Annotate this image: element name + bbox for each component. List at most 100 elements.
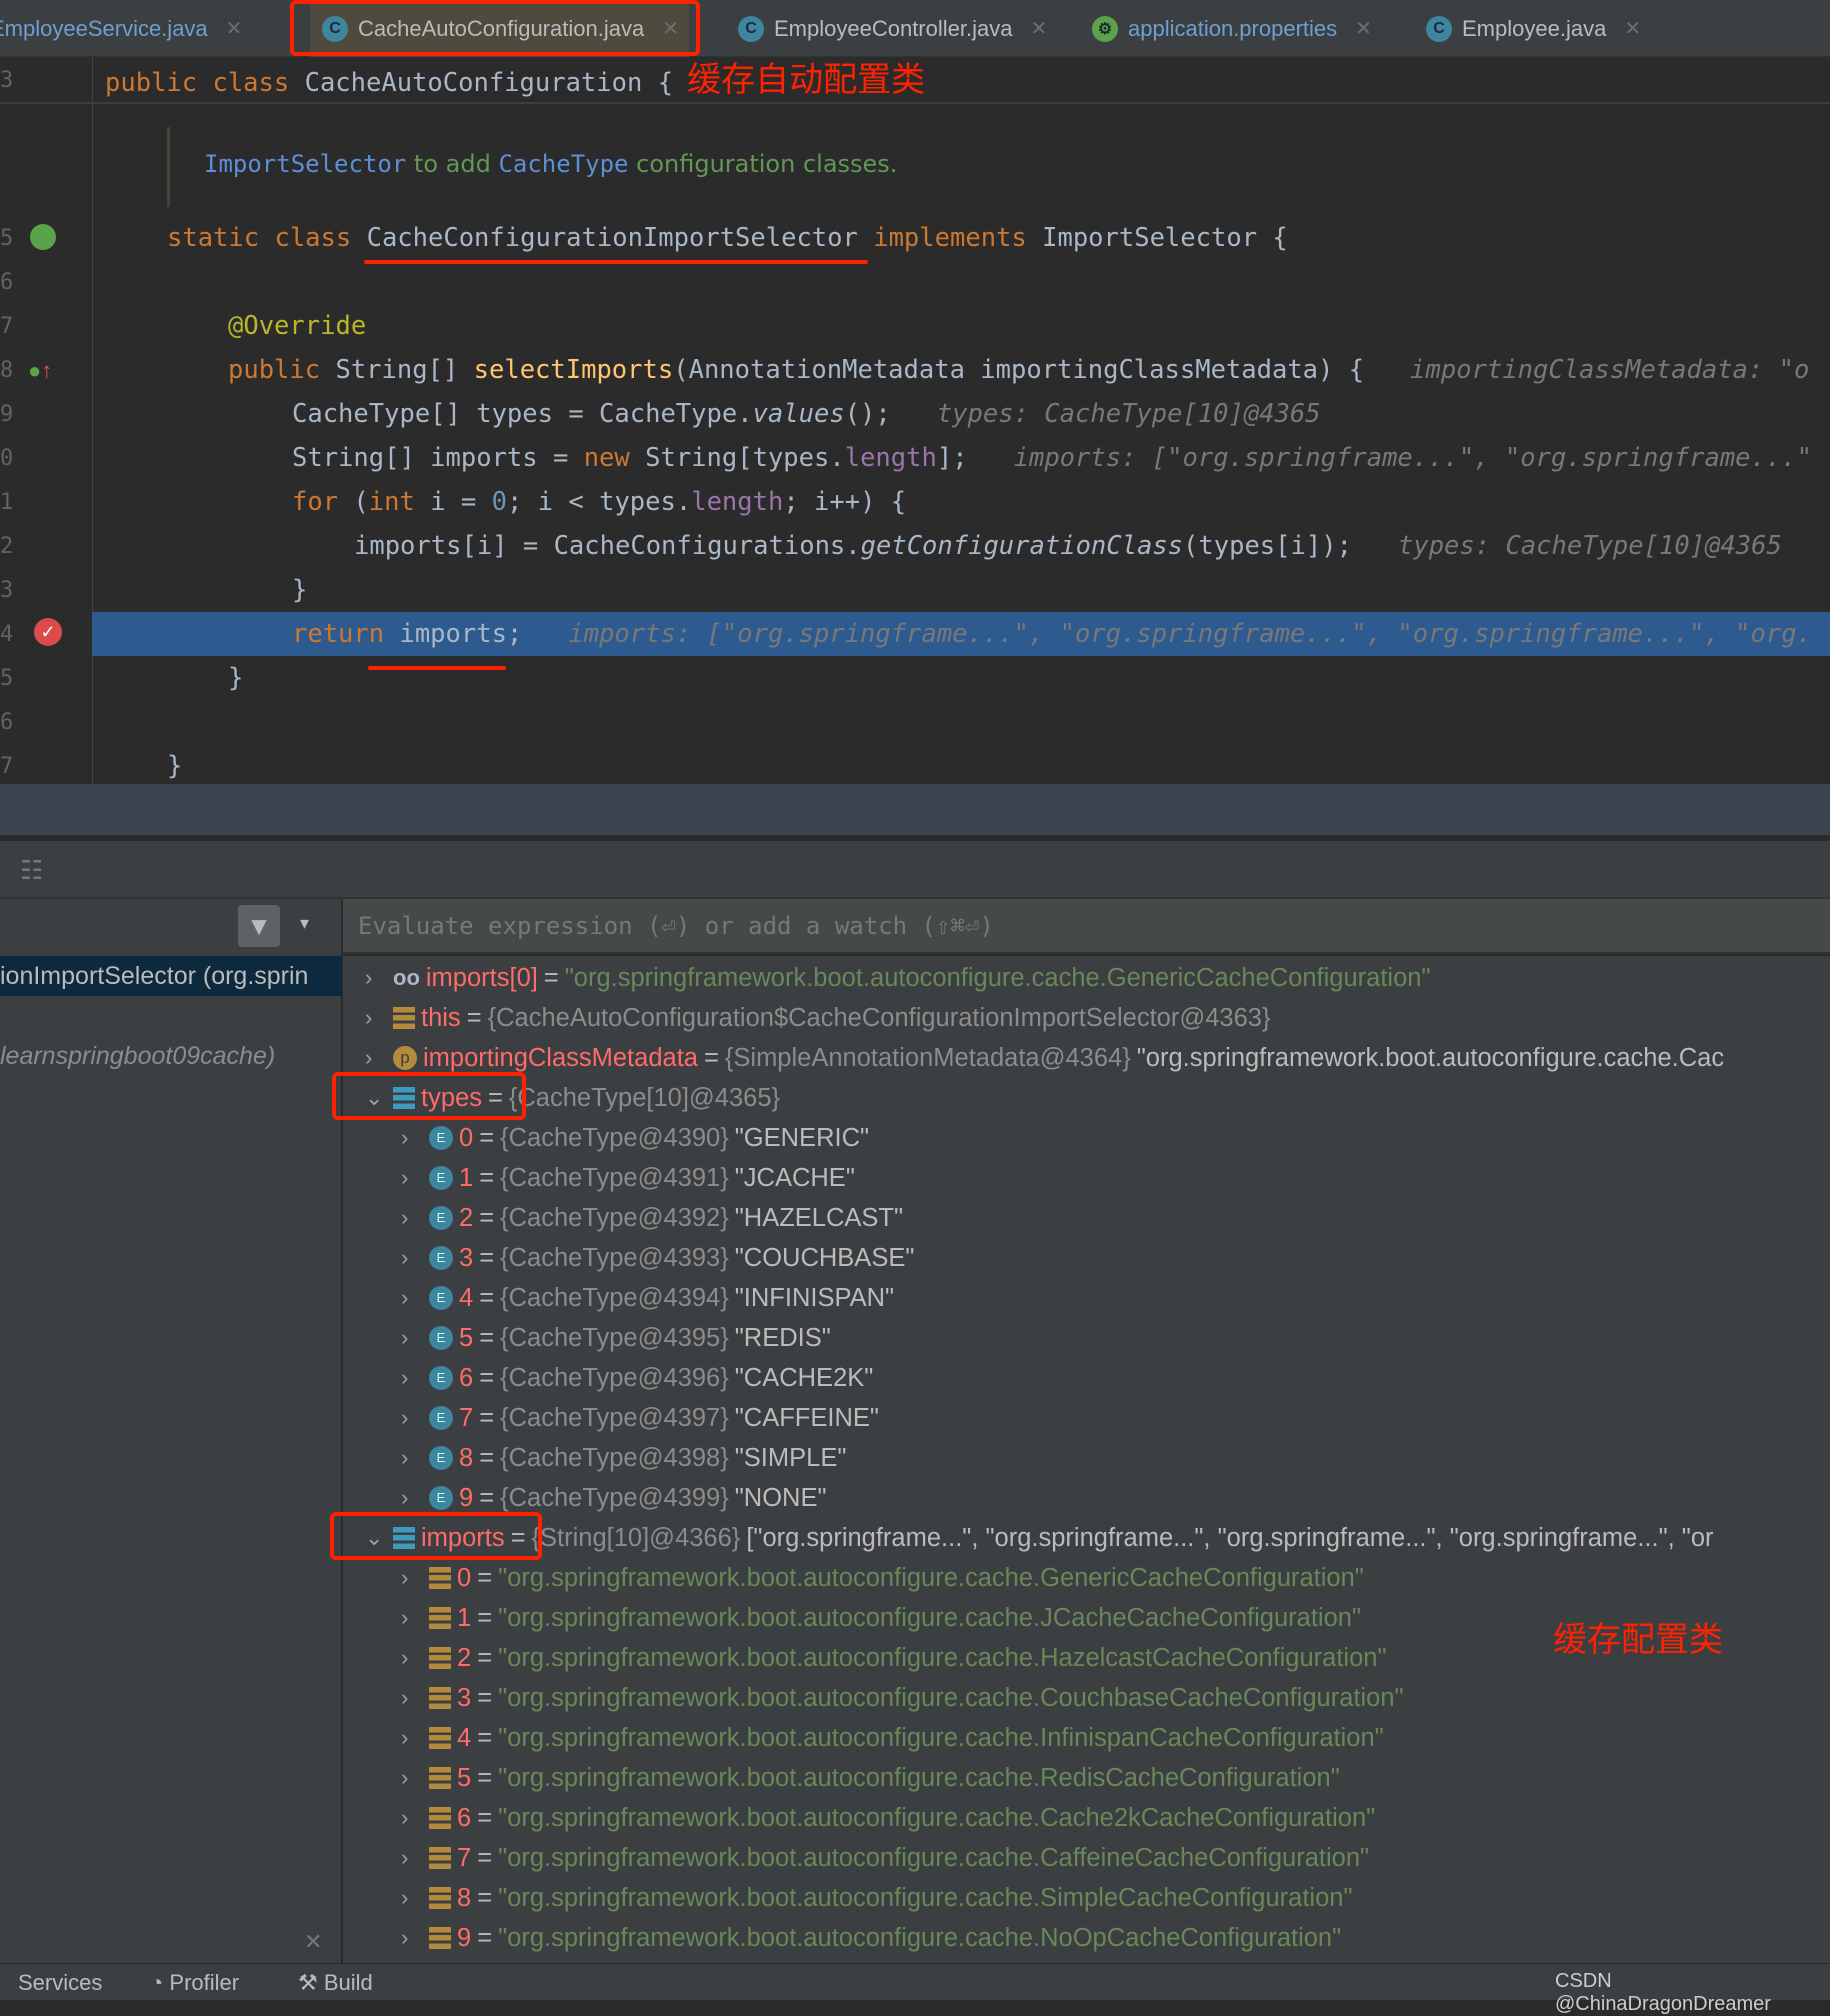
chevron-right-icon[interactable]: ›: [401, 1278, 423, 1318]
variable-row[interactable]: › E 2 = {CacheType@4392} "HAZELCAST": [401, 1198, 903, 1238]
close-tab-icon[interactable]: ✕: [226, 16, 243, 41]
variable-name: 6: [459, 1364, 474, 1392]
variable-row[interactable]: › this = {CacheAutoConfiguration$CacheConfi…: [365, 998, 1270, 1038]
editor-tab-bar: EmployeeService.java ✕ C CacheAutoConfigura…: [0, 0, 1830, 57]
tab-employeecontroller-java[interactable]: C EmployeeController.java ✕: [726, 0, 1057, 57]
chevron-right-icon[interactable]: ›: [365, 958, 387, 998]
chevron-right-icon[interactable]: ›: [365, 998, 387, 1038]
chevron-right-icon[interactable]: ›: [401, 1798, 423, 1838]
frame-item[interactable]: ionImportSelector (org.sprin: [0, 956, 342, 996]
equals: =: [477, 1764, 493, 1792]
line-number: 8: [0, 358, 14, 383]
chevron-right-icon[interactable]: ›: [401, 1238, 423, 1278]
chevron-right-icon[interactable]: ›: [401, 1318, 423, 1358]
doc-comment: ImportSelector to add CacheType configur…: [204, 150, 898, 178]
variable-row[interactable]: › p importingClassMetadata = {SimpleAnnotati…: [365, 1038, 1724, 1078]
variable-row[interactable]: › 9 = "org.springframework.boot.autoconfigu…: [401, 1918, 1341, 1958]
variable-name: 0: [459, 1124, 474, 1152]
equals: =: [477, 1844, 493, 1872]
line-number: 1: [0, 490, 14, 515]
enum-icon: E: [429, 1286, 453, 1310]
variable-row[interactable]: ⌄ imports = {String[10]@4366} ["org.springfr…: [365, 1518, 1714, 1558]
field-icon: [393, 1007, 415, 1029]
close-tab-icon[interactable]: ✕: [1030, 16, 1047, 41]
spring-config-icon: ⚙: [1092, 15, 1118, 42]
variable-row[interactable]: › 5 = "org.springframework.boot.autoconfigu…: [401, 1758, 1340, 1798]
variable-row[interactable]: › 2 = "org.springframework.boot.autoconfigu…: [401, 1638, 1387, 1678]
highlight-box: [330, 1512, 542, 1560]
filter-icon[interactable]: ▼: [238, 905, 280, 947]
tab-application-properties[interactable]: ⚙ application.properties ✕: [1080, 0, 1382, 57]
variable-row[interactable]: › 1 = "org.springframework.boot.autoconfigu…: [401, 1598, 1361, 1638]
chevron-right-icon[interactable]: ›: [401, 1878, 423, 1918]
equals: =: [477, 1644, 493, 1672]
variable-value: "REDIS": [734, 1324, 831, 1352]
variable-value: "org.springframework.boot.autoconfigure.…: [498, 1924, 1342, 1952]
chevron-right-icon[interactable]: ›: [401, 1838, 423, 1878]
chevron-right-icon[interactable]: ›: [401, 1678, 423, 1718]
editor-footer: [0, 784, 1830, 838]
variable-row[interactable]: › E 8 = {CacheType@4398} "SIMPLE": [401, 1438, 846, 1478]
chevron-right-icon[interactable]: ›: [401, 1758, 423, 1798]
tab-employeeservice-java[interactable]: EmployeeService.java ✕: [0, 0, 252, 57]
variable-row[interactable]: › 8 = "org.springframework.boot.autoconfigu…: [401, 1878, 1353, 1918]
variable-name: 5: [457, 1764, 472, 1792]
chevron-right-icon[interactable]: ›: [401, 1598, 423, 1638]
evaluate-expression-input[interactable]: Evaluate expression (⏎) or add a watch (…: [343, 899, 1830, 954]
code-token: values: [752, 399, 845, 429]
variable-row[interactable]: › E 7 = {CacheType@4397} "CAFFEINE": [401, 1398, 879, 1438]
line-number: 7: [0, 314, 14, 339]
field-icon: [429, 1887, 451, 1909]
frame-item[interactable]: learnspringboot09cache): [0, 1036, 342, 1076]
chevron-right-icon[interactable]: ›: [401, 1638, 423, 1678]
variable-name: 0: [457, 1564, 472, 1592]
layout-icon[interactable]: ☷: [20, 855, 43, 886]
variable-row[interactable]: › E 0 = {CacheType@4390} "GENERIC": [401, 1118, 869, 1158]
variable-value: "HAZELCAST": [734, 1204, 904, 1232]
variable-row[interactable]: › E 6 = {CacheType@4396} "CACHE2K": [401, 1358, 873, 1398]
variable-row[interactable]: › E 4 = {CacheType@4394} "INFINISPAN": [401, 1278, 894, 1318]
variable-row[interactable]: › E 3 = {CacheType@4393} "COUCHBASE": [401, 1238, 914, 1278]
override-method-icon[interactable]: ●↑: [28, 358, 52, 384]
variable-row[interactable]: › 0 = "org.springframework.boot.autoconfigu…: [401, 1558, 1364, 1598]
chevron-right-icon[interactable]: ›: [401, 1398, 423, 1438]
variable-name: 2: [457, 1644, 472, 1672]
dropdown-arrow-icon[interactable]: ▾: [300, 913, 309, 934]
chevron-right-icon[interactable]: ›: [401, 1198, 423, 1238]
close-tab-icon[interactable]: ✕: [1624, 16, 1641, 41]
variable-row[interactable]: › 4 = "org.springframework.boot.autoconfigu…: [401, 1718, 1384, 1758]
spring-bean-icon[interactable]: [30, 224, 56, 250]
variable-value: "org.springframework.boot.autoconfigure.…: [498, 1684, 1404, 1712]
chevron-right-icon[interactable]: ›: [401, 1358, 423, 1398]
variable-row[interactable]: › 7 = "org.springframework.boot.autoconfigu…: [401, 1838, 1369, 1878]
chevron-right-icon[interactable]: ›: [401, 1158, 423, 1198]
chevron-right-icon[interactable]: ›: [401, 1918, 423, 1958]
chevron-right-icon[interactable]: ›: [401, 1118, 423, 1158]
code-line: @Override: [228, 304, 366, 348]
profiler-tab[interactable]: ◔ Profiler: [150, 1970, 239, 1996]
variable-row[interactable]: › E 1 = {CacheType@4391} "JCACHE": [401, 1158, 855, 1198]
code-token: types: CacheType[10]@4365: [1397, 531, 1782, 561]
annotation-config-classes: 缓存配置类: [1553, 1620, 1723, 1660]
variable-name: imports[0]: [425, 964, 538, 992]
chevron-right-icon[interactable]: ›: [401, 1718, 423, 1758]
close-icon[interactable]: ✕: [304, 1929, 322, 1955]
variable-row[interactable]: › 6 = "org.springframework.boot.autoconfigu…: [401, 1798, 1375, 1838]
close-tab-icon[interactable]: ✕: [1355, 16, 1372, 41]
breakpoint-icon[interactable]: ✓: [34, 618, 62, 646]
tab-label: application.properties: [1128, 15, 1338, 41]
variable-name: 8: [457, 1884, 472, 1912]
services-tab[interactable]: Services: [18, 1970, 102, 1996]
tab-employee-java[interactable]: C Employee.java ✕: [1414, 0, 1651, 57]
tab-label: EmployeeController.java: [774, 15, 1013, 41]
chevron-right-icon[interactable]: ›: [401, 1558, 423, 1598]
build-tab[interactable]: ⚒ Build: [298, 1970, 373, 1996]
class-icon: C: [738, 15, 764, 42]
variable-row[interactable]: › 3 = "org.springframework.boot.autoconfigu…: [401, 1678, 1404, 1718]
code-token: }: [228, 663, 244, 693]
chevron-right-icon[interactable]: ›: [401, 1438, 423, 1478]
line-number: 3: [0, 68, 14, 93]
variable-row[interactable]: › oo imports[0] = "org.springframework.boot.…: [365, 958, 1431, 998]
variable-reference: {String[10]@4366}: [531, 1524, 741, 1552]
variable-row[interactable]: › E 5 = {CacheType@4395} "REDIS": [401, 1318, 831, 1358]
